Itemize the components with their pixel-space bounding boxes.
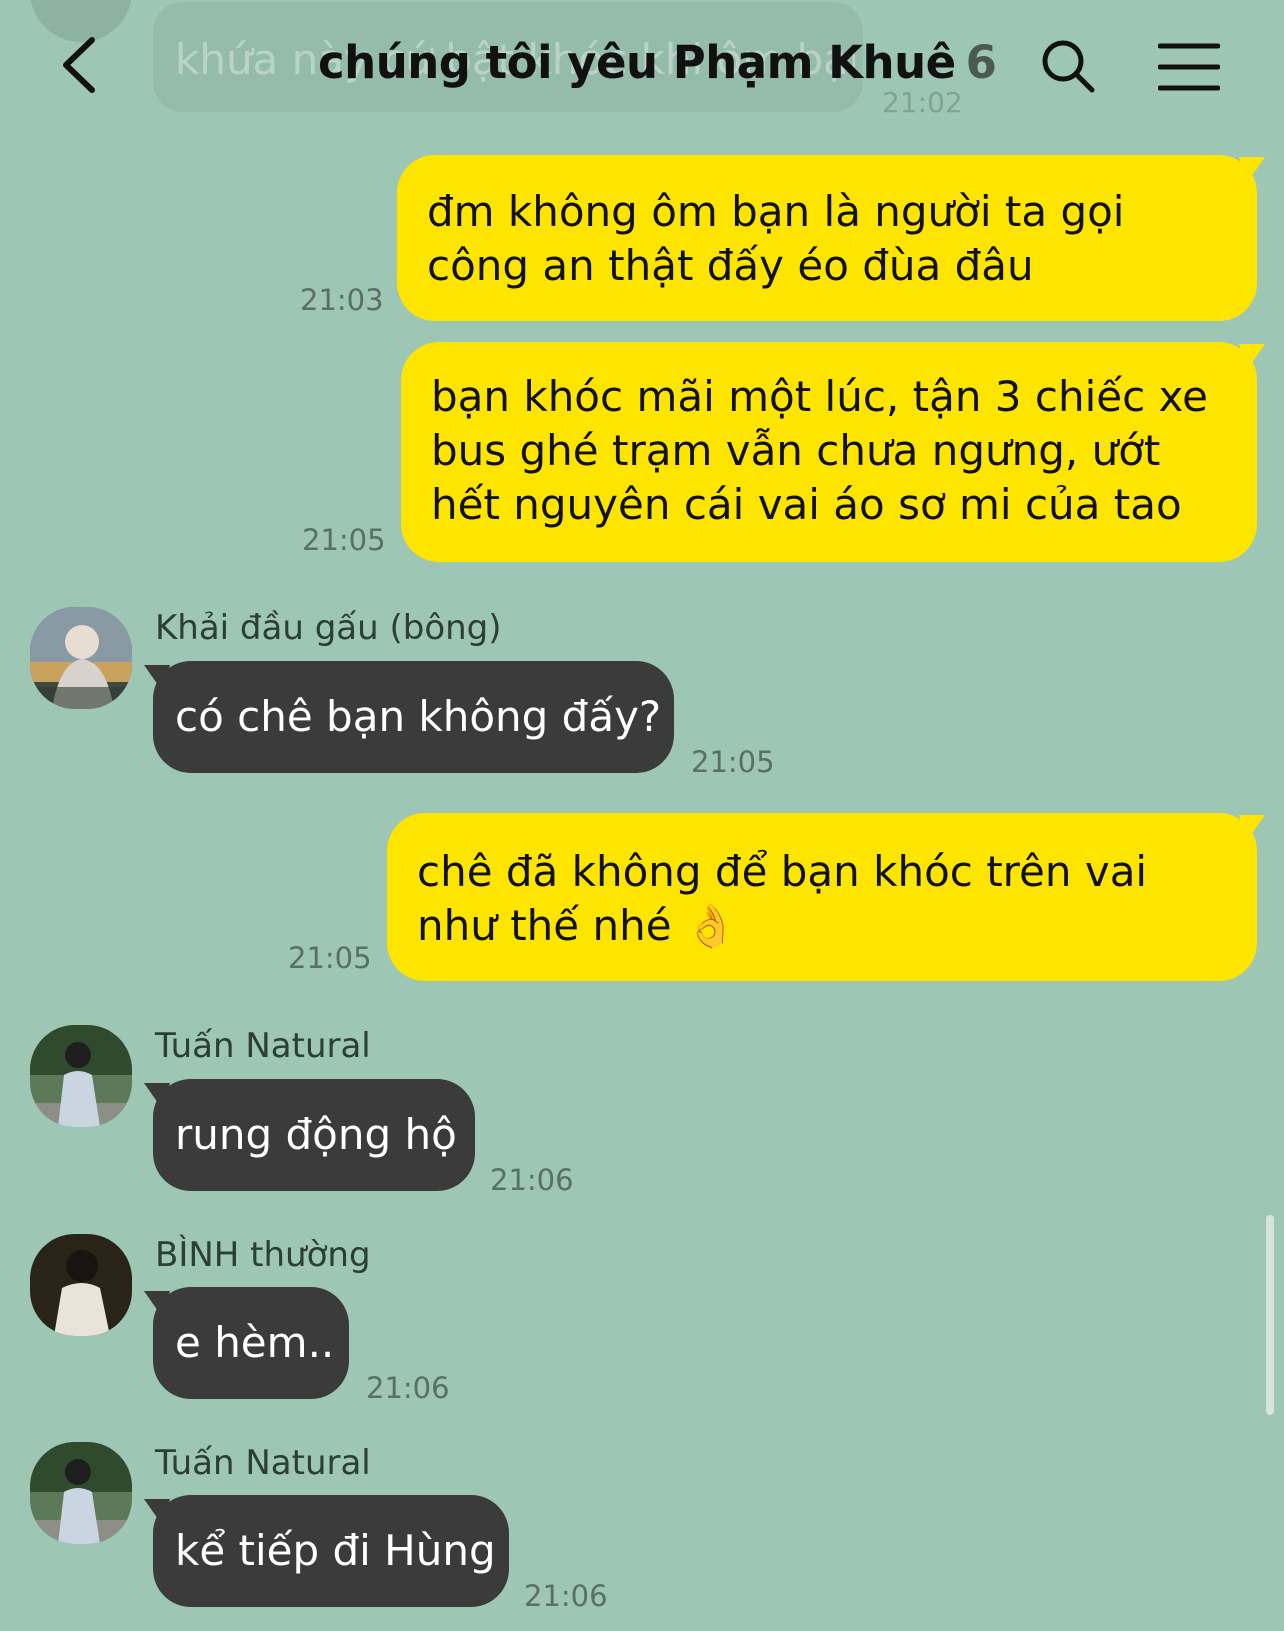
member-count: 6: [965, 36, 997, 89]
message-time: 21:06: [490, 1163, 574, 1197]
sender-name: Khải đầu gấu (bông): [155, 608, 502, 648]
chat-header: chúng tôi yêu Phạm Khuê 6: [0, 0, 1284, 130]
search-button[interactable]: [1040, 38, 1096, 94]
sender-name: Tuấn Natural: [155, 1026, 371, 1066]
chat-title-text: chúng tôi yêu Phạm Khuê: [318, 36, 956, 89]
message-time: 21:06: [524, 1579, 608, 1613]
avatar-photo: [30, 1234, 132, 1336]
incoming-message-bubble[interactable]: có chê bạn không đấy?: [153, 661, 674, 773]
message-time: 21:06: [366, 1371, 450, 1405]
message-time: 21:05: [691, 745, 775, 779]
message-text: kể tiếp đi Hùng: [175, 1526, 496, 1575]
back-button[interactable]: [52, 30, 112, 100]
message-text: chê đã không để bạn khóc trên vai như th…: [417, 847, 1148, 950]
sender-name: Tuấn Natural: [155, 1443, 371, 1483]
message-time: 21:03: [300, 283, 384, 317]
outgoing-message-bubble[interactable]: chê đã không để bạn khóc trên vai như th…: [387, 813, 1257, 981]
message-text: đm không ôm bạn là người ta gọi công an …: [427, 187, 1125, 290]
avatar[interactable]: [30, 1025, 132, 1127]
incoming-message-bubble[interactable]: rung động hộ: [153, 1079, 475, 1191]
message-text: e hèm..: [175, 1318, 335, 1367]
message-text: bạn khóc mãi một lúc, tận 3 chiếc xe bus…: [431, 372, 1208, 529]
menu-button[interactable]: [1157, 42, 1221, 92]
avatar-photo: [30, 607, 132, 709]
message-text: rung động hộ: [175, 1110, 457, 1159]
message-time: 21:05: [288, 941, 372, 975]
scrollbar[interactable]: [1266, 1215, 1274, 1415]
outgoing-message-bubble[interactable]: đm không ôm bạn là người ta gọi công an …: [397, 155, 1257, 321]
search-icon: [1042, 40, 1095, 93]
avatar[interactable]: [30, 1442, 132, 1544]
avatar[interactable]: [30, 1234, 132, 1336]
hamburger-menu-icon: [1157, 43, 1221, 91]
message-time: 21:05: [302, 523, 386, 557]
chat-screen[interactable]: khứa này cứ bật khóc khi ôm bạn đó 21:02…: [0, 0, 1284, 1631]
outgoing-message-bubble[interactable]: bạn khóc mãi một lúc, tận 3 chiếc xe bus…: [401, 342, 1257, 562]
message-text: có chê bạn không đấy?: [175, 692, 662, 741]
chevron-left-icon: [63, 37, 95, 93]
incoming-message-bubble[interactable]: e hèm..: [153, 1287, 349, 1399]
sender-name: BÌNH thường: [155, 1235, 371, 1275]
avatar[interactable]: [30, 607, 132, 709]
avatar-photo: [30, 1442, 132, 1544]
avatar-photo: [30, 1025, 132, 1127]
incoming-message-bubble[interactable]: kể tiếp đi Hùng: [153, 1495, 509, 1607]
chat-title: chúng tôi yêu Phạm Khuê 6: [318, 36, 997, 89]
